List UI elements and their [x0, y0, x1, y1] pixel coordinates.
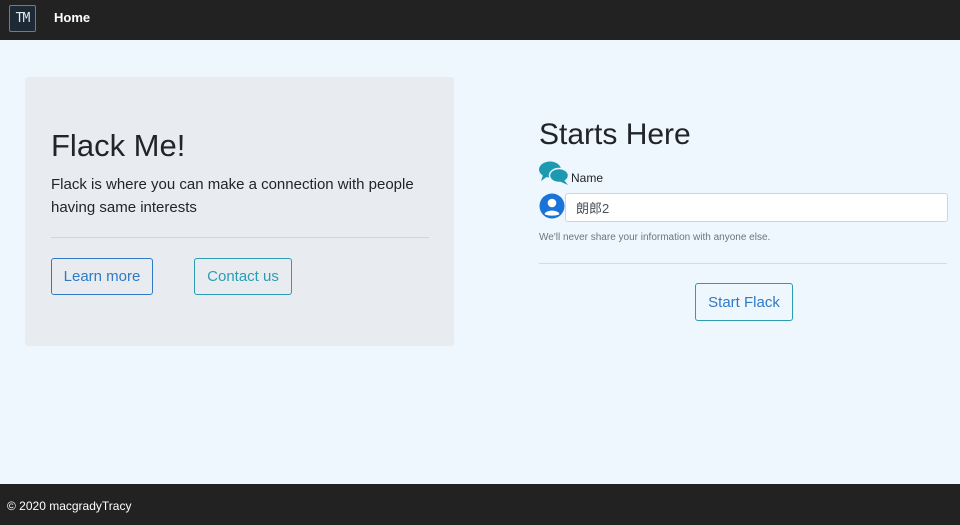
name-label: Name [571, 171, 604, 185]
footer-copyright: © 2020 macgradyTracy [7, 499, 132, 513]
jumbotron-divider [51, 237, 429, 238]
form-heading: Starts Here [539, 118, 691, 151]
help-text: We'll never share your information with … [539, 232, 771, 243]
jumbotron-title: Flack Me! [51, 128, 186, 163]
jumbotron-description: Flack is where you can make a connection… [51, 176, 414, 216]
brand-logo[interactable]: TM [9, 5, 36, 32]
comments-icon [539, 161, 569, 185]
jumbotron: Flack Me! Flack is where you can make a … [25, 77, 454, 346]
footer: © 2020 macgradyTracy [0, 484, 960, 525]
start-flack-button[interactable]: Start Flack [695, 283, 793, 321]
form-divider [539, 263, 947, 264]
learn-more-button[interactable]: Learn more [51, 258, 153, 295]
contact-us-button[interactable]: Contact us [194, 258, 292, 295]
nav-home-link[interactable]: Home [54, 10, 90, 25]
navbar: TM Home [0, 0, 960, 40]
name-input[interactable] [565, 193, 948, 222]
user-circle-icon [539, 193, 565, 219]
